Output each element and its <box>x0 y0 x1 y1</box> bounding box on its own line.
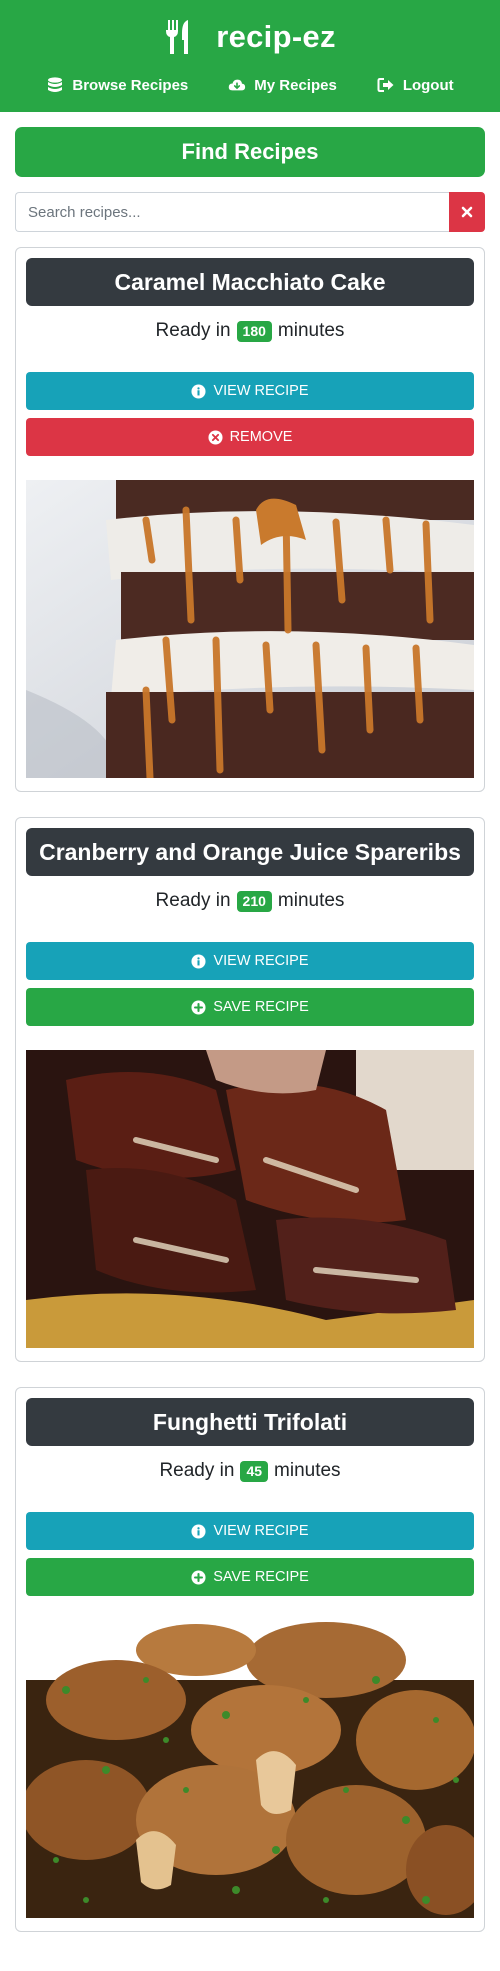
close-icon <box>461 206 473 218</box>
ready-time: Ready in 45 minutes <box>16 1456 484 1486</box>
save-recipe-button[interactable]: SAVE RECIPE <box>26 1558 474 1596</box>
view-recipe-button[interactable]: VIEW RECIPE <box>26 372 474 410</box>
minutes-badge: 45 <box>240 1460 269 1482</box>
ready-suffix: minutes <box>277 320 345 341</box>
ready-suffix: minutes <box>277 890 345 911</box>
ready-time: Ready in 180 minutes <box>16 316 484 346</box>
recipe-image-spareribs <box>26 1050 474 1348</box>
view-recipe-label: VIEW RECIPE <box>213 1523 309 1539</box>
utensils-icon <box>166 20 189 54</box>
view-recipe-button[interactable]: VIEW RECIPE <box>26 1512 474 1550</box>
remove-label: REMOVE <box>229 429 293 445</box>
view-recipe-label: VIEW RECIPE <box>213 953 309 969</box>
save-recipe-label: SAVE RECIPE <box>213 1569 309 1585</box>
save-recipe-label: SAVE RECIPE <box>213 999 309 1015</box>
times-circle-icon <box>208 429 223 445</box>
ready-suffix: minutes <box>274 1460 341 1481</box>
nav-browse-recipes[interactable]: Browse Recipes <box>46 77 188 94</box>
brand-name: recip-ez <box>216 19 336 54</box>
search-bar <box>15 192 485 232</box>
plus-circle-icon <box>191 999 206 1015</box>
recipe-card: Funghetti Trifolati Ready in 45 minutes … <box>15 1387 485 1932</box>
ready-prefix: Ready in <box>155 890 231 911</box>
recipe-image-caramel-cake <box>26 480 474 778</box>
search-input[interactable] <box>15 192 449 232</box>
nav-logout[interactable]: Logout <box>377 77 454 94</box>
view-recipe-label: VIEW RECIPE <box>213 383 309 399</box>
find-recipes-button[interactable]: Find Recipes <box>15 127 485 177</box>
brand[interactable]: recip-ez <box>0 14 500 60</box>
save-recipe-button[interactable]: SAVE RECIPE <box>26 988 474 1026</box>
recipe-title: Caramel Macchiato Cake <box>26 258 474 306</box>
view-recipe-button[interactable]: VIEW RECIPE <box>26 942 474 980</box>
minutes-badge: 210 <box>236 890 272 912</box>
ready-prefix: Ready in <box>159 1460 235 1481</box>
remove-button[interactable]: REMOVE <box>26 418 474 456</box>
cloud-download-icon <box>229 79 246 91</box>
recipe-card: Cranberry and Orange Juice Spareribs Rea… <box>15 817 485 1362</box>
ready-prefix: Ready in <box>155 320 231 341</box>
info-circle-icon <box>191 953 206 969</box>
recipe-image-mushrooms <box>26 1620 474 1918</box>
navbar: recip-ez Browse Recipes My Recipes Logou… <box>0 0 500 112</box>
recipe-card: Caramel Macchiato Cake Ready in 180 minu… <box>15 247 485 792</box>
recipe-title: Cranberry and Orange Juice Spareribs <box>26 828 474 876</box>
info-circle-icon <box>191 383 206 399</box>
nav-my-recipes-label: My Recipes <box>254 76 337 94</box>
sign-out-icon <box>377 78 394 92</box>
plus-circle-icon <box>191 1569 206 1585</box>
search-clear-button[interactable] <box>449 192 485 232</box>
nav-my-recipes[interactable]: My Recipes <box>228 77 337 94</box>
nav-links: Browse Recipes My Recipes Logout <box>0 74 500 96</box>
minutes-badge: 180 <box>236 320 272 342</box>
database-icon <box>48 77 63 92</box>
info-circle-icon <box>191 1523 206 1539</box>
nav-browse-recipes-label: Browse Recipes <box>72 76 189 94</box>
ready-time: Ready in 210 minutes <box>16 886 484 916</box>
recipe-title: Funghetti Trifolati <box>26 1398 474 1446</box>
nav-logout-label: Logout <box>402 76 454 94</box>
